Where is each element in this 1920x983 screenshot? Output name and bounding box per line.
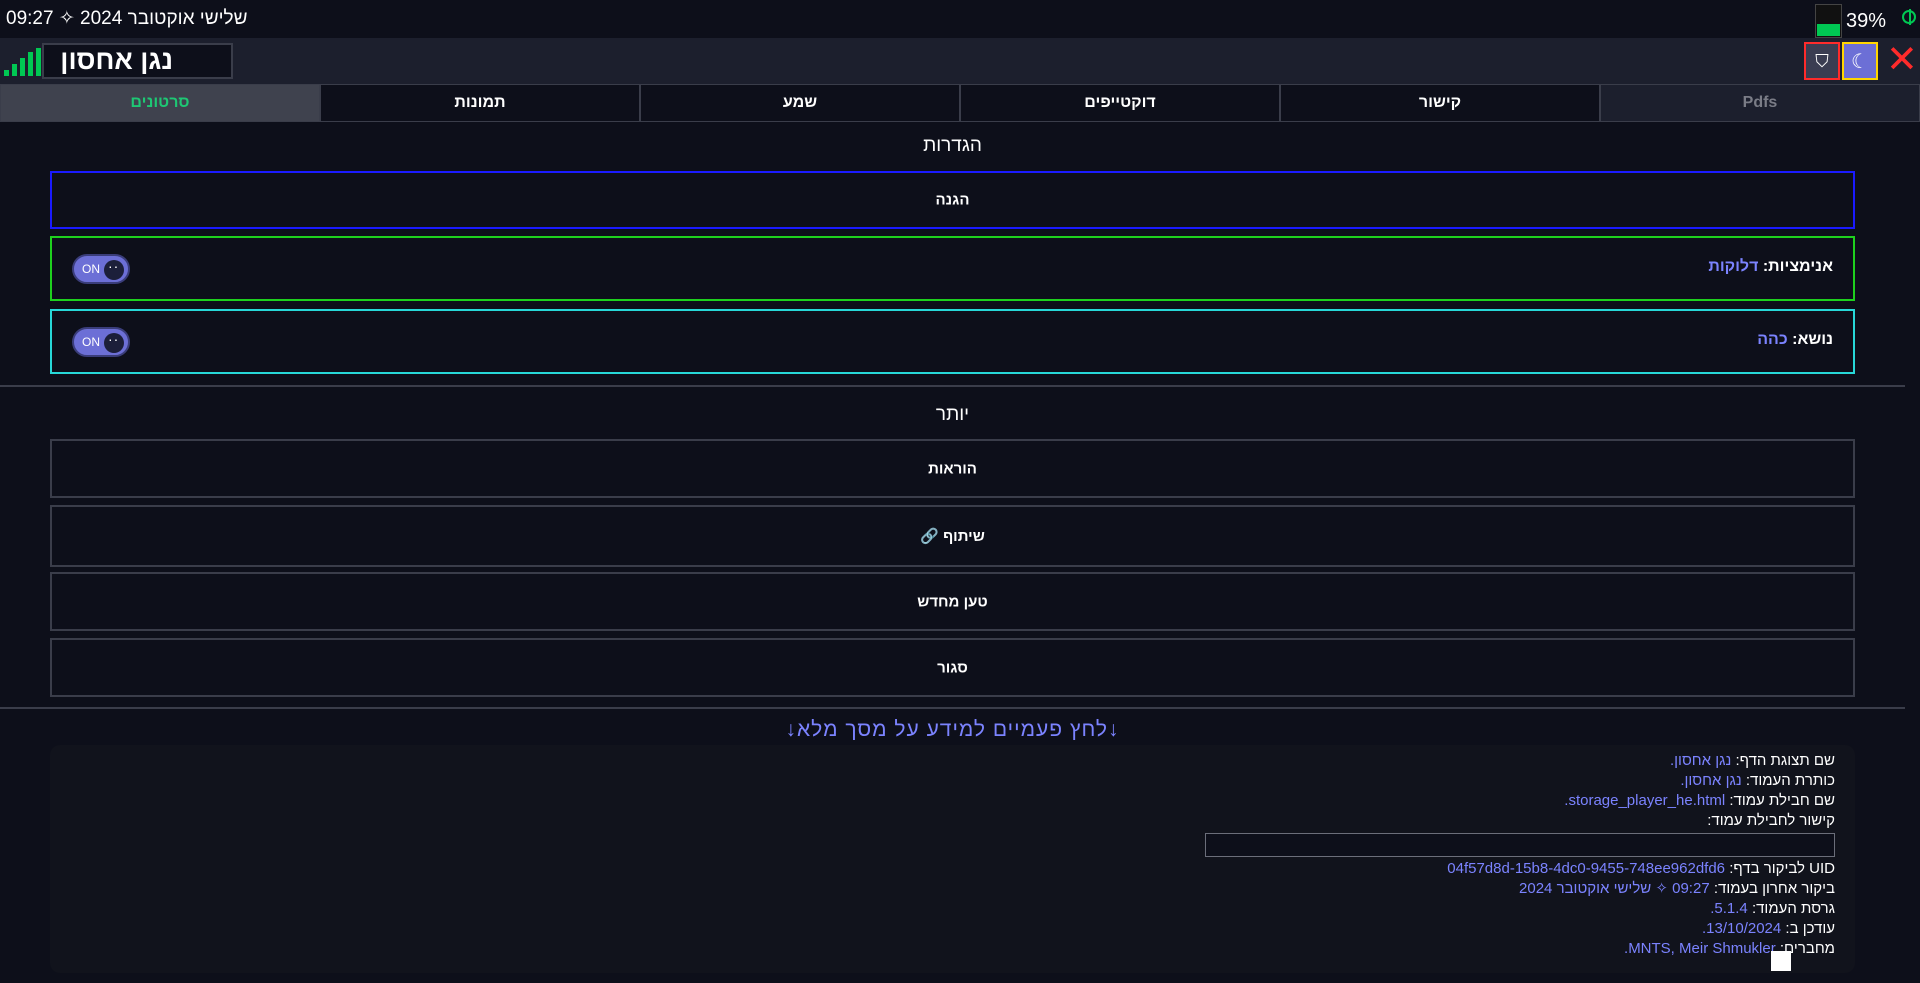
settings-heading: הגדרות [923, 135, 982, 156]
close-icon[interactable]: ✕ [1886, 41, 1918, 79]
protection-label: הגנה [935, 191, 970, 209]
more-heading: יותר [935, 404, 970, 425]
fullscreen-hint[interactable]: ↓לחץ פעמיים למידע על מסך מלא↓ [0, 718, 1905, 742]
info-display-name: שם תצוגת הדף: נגן אחסון. [1669, 752, 1835, 769]
clock-time: 09:27 [6, 8, 54, 29]
info-panel: שם תצוגת הדף: נגן אחסון. כותרת העמוד: נג… [50, 745, 1855, 973]
toggle-knob-icon [104, 331, 124, 353]
theme-toggle[interactable]: ON [72, 326, 130, 357]
tab-audio[interactable]: שמע [640, 84, 960, 122]
battery-icon [1814, 4, 1842, 38]
tab-link[interactable]: קישור [1280, 84, 1600, 122]
reload-label: טען מחדש [917, 593, 988, 610]
info-page-title: כותרת העמוד: נגן אחסון. [1680, 772, 1835, 789]
square-icon[interactable] [1771, 951, 1791, 971]
tab-images[interactable]: תמונות [320, 84, 640, 122]
battery-fill [1816, 23, 1840, 36]
theme-text: נושא: כהה [1757, 331, 1833, 349]
section-divider [0, 707, 1905, 709]
info-package-link-label: קישור לחבילת עמוד: [1707, 812, 1835, 829]
tab-doctypes[interactable]: דוקטייפים [960, 84, 1280, 122]
package-link-field[interactable] [1205, 833, 1835, 857]
shield-icon: ⛉ [1815, 50, 1829, 71]
scrollbar[interactable] [1906, 122, 1920, 983]
signal-icon [4, 48, 41, 76]
status-bar: 09:27 ✧ שלישי אוקטובר 2024 39% [0, 0, 1920, 38]
animations-label: אנימציות: [1762, 258, 1833, 275]
animations-setting: אנימציות: דלוקות ON [50, 236, 1855, 301]
charging-icon [1902, 9, 1916, 25]
link-icon: 🔗 [920, 528, 939, 545]
info-authors: מחברים: MNTS, Meir Shmukler. [1624, 940, 1835, 957]
tab-bar: Pdfs קישור דוקטייפים שמע תמונות סרטונים [0, 84, 1920, 122]
info-uid: UID לביקור בדף: 04f57d8d-15b8-4dc0-9455-… [1447, 860, 1835, 877]
animations-value: דלוקות [1708, 258, 1759, 275]
animations-toggle-label: ON [82, 261, 100, 276]
battery-indicator: 39% [1814, 4, 1886, 38]
close-label: סגור [937, 659, 968, 676]
clock-date: שלישי אוקטובר 2024 [80, 8, 248, 29]
battery-percent: 39% [1845, 9, 1886, 32]
info-version: גרסת העמוד: 5.1.4. [1710, 900, 1835, 917]
animations-toggle[interactable]: ON [72, 253, 130, 284]
share-button[interactable]: שיתוף 🔗 [50, 505, 1855, 567]
title-bar: נגן אחסון ⛉ ☾ ✕ [0, 38, 1920, 84]
shield-button[interactable]: ⛉ [1804, 42, 1840, 80]
theme-label: נושא: [1792, 331, 1833, 348]
instructions-label: הוראות [928, 460, 977, 477]
instructions-button[interactable]: הוראות [50, 439, 1855, 498]
clock: 09:27 ✧ שלישי אוקטובר 2024 [6, 7, 247, 30]
reload-button[interactable]: טען מחדש [50, 572, 1855, 631]
theme-value: כהה [1757, 331, 1788, 348]
tab-pdfs[interactable]: Pdfs [1600, 84, 1920, 122]
sparkle-icon: ✧ [58, 8, 75, 29]
theme-button[interactable]: ☾ [1842, 42, 1878, 80]
page-title: נגן אחסון [42, 43, 233, 79]
toggle-knob-icon [104, 258, 124, 280]
close-page-button[interactable]: סגור [50, 638, 1855, 697]
protection-button[interactable]: הגנה [50, 171, 1855, 229]
animations-text: אנימציות: דלוקות [1708, 258, 1833, 276]
tab-videos[interactable]: סרטונים [0, 84, 320, 122]
section-divider [0, 385, 1905, 387]
info-lines: שם תצוגת הדף: נגן אחסון. כותרת העמוד: נג… [1205, 751, 1835, 959]
theme-toggle-label: ON [82, 334, 100, 349]
moon-icon: ☾ [1851, 50, 1869, 73]
theme-setting: נושא: כהה ON [50, 309, 1855, 374]
info-last-visit: ביקור אחרון בעמוד: 09:27 ✧ שלישי אוקטובר… [1519, 880, 1835, 897]
info-package-name: שם חבילת עמוד: storage_player_he.html. [1564, 792, 1835, 809]
share-label: שיתוף 🔗 [920, 528, 985, 545]
info-updated: עודכן ב: 13/10/2024. [1702, 920, 1835, 937]
